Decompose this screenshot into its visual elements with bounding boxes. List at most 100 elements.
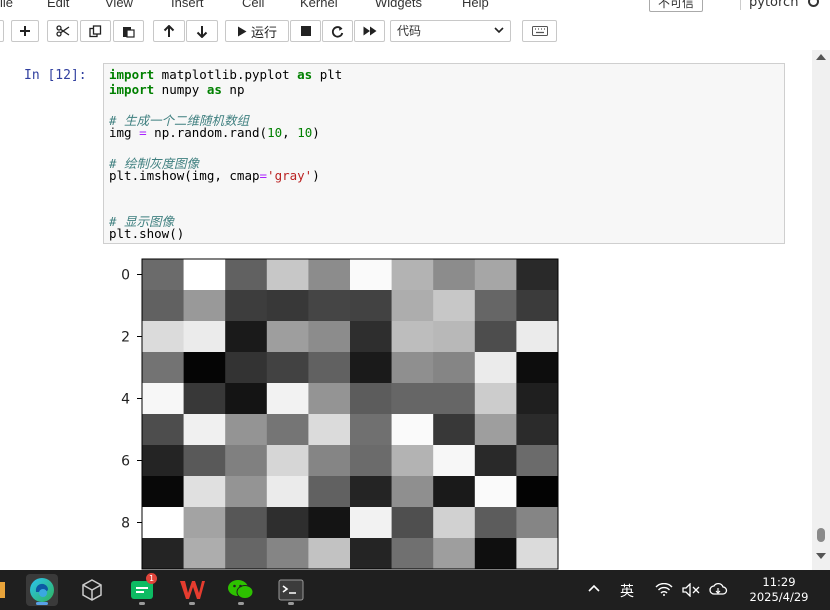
toolbar: 运行 代码 [0,14,830,51]
battery-cloud-icon[interactable] [709,582,729,598]
heatmap-cell-r7-c2 [225,476,268,508]
play-icon [237,26,247,36]
scissors-icon [55,25,69,37]
heatmap-cell-r6-c6 [391,445,434,477]
wps-app-icon[interactable] [176,574,208,606]
heatmap-cell-r4-c6 [391,383,434,415]
heatmap-cell-r1-c1 [183,290,226,322]
menu-file[interactable]: ile [0,0,13,10]
cell-type-select[interactable]: 代码 [390,20,511,42]
trusted-button[interactable]: 不可信 [649,0,703,12]
heatmap-cell-r2-c1 [183,321,226,353]
heatmap-cell-r6-c1 [183,445,226,477]
heatmap-cell-r1-c0 [142,290,184,322]
heatmap-cell-r7-c1 [183,476,226,508]
input-prompt: In [12]: [24,68,87,83]
heatmap-cell-r8-c5 [350,507,392,539]
restart-button[interactable] [322,20,353,42]
start-icon-partial[interactable] [0,582,5,598]
scroll-down-arrow-icon[interactable] [816,553,826,559]
heatmap-cell-r9-c9 [516,538,559,570]
heatmap-cell-r8-c8 [474,507,517,539]
terminal-app-icon[interactable] [275,574,307,606]
heatmap-cell-r9-c3 [266,538,309,570]
heatmap-cell-r6-c2 [225,445,268,477]
running-indicator [288,602,294,605]
cell-type-value: 代码 [397,24,422,38]
active-indicator [36,602,48,605]
heatmap-cells [141,258,559,570]
heatmap-cell-r0-c4 [308,259,351,291]
menu-insert[interactable]: Insert [171,0,204,10]
clock-date: 2025/4/29 [749,590,809,604]
heatmap-cell-r3-c1 [183,352,226,384]
heatmap-cell-r4-c9 [516,383,559,415]
wifi-icon[interactable] [655,583,673,596]
notebook-page: In [12]: import matplotlib.pyplot as plt… [0,50,812,570]
heatmap-cell-r1-c6 [391,290,434,322]
heatmap-cell-r6-c3 [266,445,309,477]
insert-cell-button[interactable] [11,20,39,42]
y-axis: 0 2 4 6 8 [121,268,142,532]
system-clock[interactable]: 11:29 2025/4/29 [744,575,814,605]
cube-icon [82,579,102,601]
ime-indicator[interactable]: 英 [620,581,634,601]
code-line-8: plt.imshow(img, cmap='gray') [109,168,320,183]
heatmap-cell-r7-c4 [308,476,351,508]
paste-button[interactable] [113,20,144,42]
code-cell[interactable]: import matplotlib.pyplot as plt import n… [103,63,785,244]
heatmap-cell-r9-c0 [142,538,184,570]
heatmap-cell-r0-c9 [516,259,559,291]
menu-view[interactable]: View [105,0,133,10]
menu-edit[interactable]: Edit [47,0,69,10]
heatmap-cell-r2-c0 [142,321,184,353]
volume-muted-icon[interactable] [682,583,700,597]
heatmap-cell-r0-c2 [225,259,268,291]
wechat-app-icon[interactable] [225,574,257,606]
move-up-button[interactable] [153,20,185,42]
paste-icon [123,26,135,38]
running-indicator [189,602,195,605]
scroll-thumb[interactable] [817,528,825,542]
running-indicator [139,602,145,605]
menu-help[interactable]: Help [462,0,489,10]
menu-kernel[interactable]: Kernel [300,0,338,10]
wps-logo-icon [180,581,205,599]
heatmap-cell-r9-c1 [183,538,226,570]
copy-button[interactable] [80,20,111,42]
move-down-button[interactable] [186,20,218,42]
edge-browser-icon[interactable] [26,574,58,606]
vertical-scrollbar[interactable] [812,50,830,570]
heatmap-cell-r0-c0 [142,259,184,291]
heatmap-cell-r8-c6 [391,507,434,539]
heatmap-cell-r4-c5 [350,383,392,415]
tray-expand-icon[interactable] [588,584,600,592]
y-tick-label: 2 [121,330,130,346]
scroll-up-arrow-icon[interactable] [816,54,826,60]
heatmap-cell-r2-c6 [391,321,434,353]
interrupt-button[interactable] [290,20,321,42]
heatmap-cell-r0-c6 [391,259,434,291]
heatmap-cell-r3-c4 [308,352,351,384]
heatmap-cell-r2-c7 [433,321,476,353]
cut-button[interactable] [47,20,78,42]
wechat-logo-icon [228,580,254,599]
menu-cell[interactable]: Cell [242,0,264,10]
run-button[interactable]: 运行 [225,20,289,42]
save-button[interactable] [0,20,4,42]
heatmap-cell-r4-c4 [308,383,351,415]
plus-icon [20,26,30,36]
command-palette-button[interactable] [522,20,557,42]
heatmap-cell-r3-c2 [225,352,268,384]
heatmap-cell-r1-c9 [516,290,559,322]
heatmap-cell-r8-c2 [225,507,268,539]
heatmap-cell-r1-c4 [308,290,351,322]
box-app-icon[interactable] [76,574,108,606]
menu-widgets[interactable]: Widgets [375,0,422,10]
heatmap-cell-r7-c0 [142,476,184,508]
chevron-down-icon [494,27,504,34]
green-app-icon[interactable]: 1 [126,573,158,606]
run-all-button[interactable] [354,20,385,42]
heatmap-cell-r2-c3 [266,321,309,353]
heatmap-cell-r0-c5 [350,259,392,291]
